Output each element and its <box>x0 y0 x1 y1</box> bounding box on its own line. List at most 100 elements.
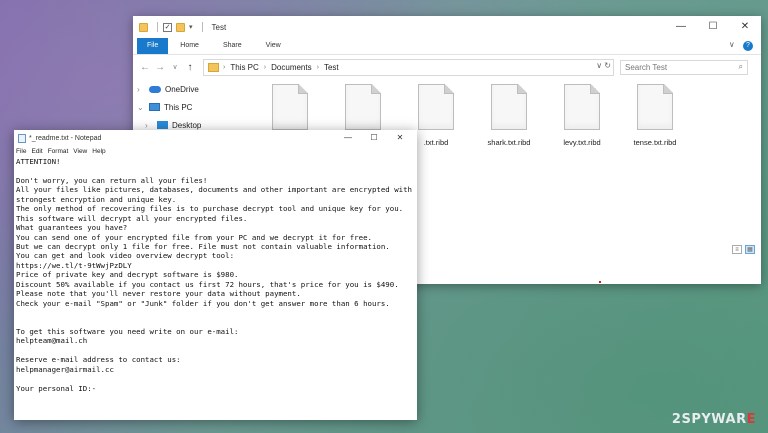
file-item[interactable]: levy.txt.ribd <box>551 84 613 147</box>
recent-locations-icon[interactable]: ∨ <box>169 63 181 71</box>
text-line: strongest encryption and unique key. <box>16 194 177 204</box>
tab-share[interactable]: Share <box>211 38 254 54</box>
maximize-button[interactable]: ☐ <box>697 16 729 38</box>
notepad-window[interactable]: *_readme.txt - Notepad — ☐ ✕ File Edit F… <box>14 130 417 420</box>
cloud-icon <box>149 85 161 93</box>
notepad-menu-bar: File Edit Format View Help <box>14 146 417 157</box>
text-line: Reserve e-mail address to contact us: <box>16 355 181 365</box>
computer-icon <box>149 103 160 111</box>
nav-item-this-pc[interactable]: ⌄ This PC <box>133 98 253 116</box>
text-line <box>16 374 415 383</box>
text-line: Don't worry, you can return all your fil… <box>16 175 208 185</box>
text-line: Price of private key and decrypt softwar… <box>16 270 239 280</box>
file-item[interactable]: shark.txt.ribd <box>478 84 540 147</box>
watermark-accent: E <box>746 412 756 427</box>
search-icon: ⌕ <box>738 62 743 71</box>
nav-item-onedrive[interactable]: › OneDrive <box>133 80 253 98</box>
document-icon <box>418 84 454 130</box>
ribbon-tabs: File Home Share View ∨ ? <box>133 38 761 55</box>
document-icon <box>345 84 381 130</box>
document-icon <box>564 84 600 130</box>
maximize-button[interactable]: ☐ <box>361 130 387 146</box>
chevron-right-icon[interactable]: › <box>137 85 145 94</box>
notepad-title: *_readme.txt - Notepad <box>29 134 102 142</box>
text-line: You can send one of your encrypted file … <box>16 232 372 242</box>
view-toggle: ≡ ▦ <box>732 245 755 254</box>
menu-file[interactable]: File <box>16 146 26 157</box>
close-button[interactable]: ✕ <box>387 130 413 146</box>
back-arrow-icon[interactable]: ← <box>139 62 151 73</box>
forward-arrow-icon[interactable]: → <box>154 62 166 73</box>
large-icons-view-icon[interactable]: ▦ <box>745 245 755 254</box>
cursor-marker <box>599 281 601 283</box>
breadcrumb-separator: › <box>316 63 319 71</box>
text-line: Discount 50% available if you contact us… <box>16 279 399 289</box>
notepad-icon <box>18 133 26 143</box>
tab-view[interactable]: View <box>254 38 293 54</box>
menu-edit[interactable]: Edit <box>31 146 42 157</box>
up-arrow-icon[interactable]: ↑ <box>184 62 196 73</box>
ribbon-right-controls: ∨ ? <box>729 40 753 51</box>
nav-item-label: Desktop <box>172 120 202 130</box>
notepad-text-area[interactable]: ATTENTION! Don't worry, you can return a… <box>16 157 415 418</box>
minimize-button[interactable]: — <box>335 130 361 146</box>
breadcrumb-test[interactable]: Test <box>324 63 339 72</box>
file-name: tense.txt.ribd <box>633 138 677 147</box>
text-line: helpteam@mail.ch <box>16 336 88 346</box>
file-name: levy.txt.ribd <box>563 138 601 147</box>
minimize-button[interactable]: — <box>665 16 697 38</box>
text-line: To get this software you need write on o… <box>16 326 239 336</box>
text-line: What guarantees you have? <box>16 223 128 233</box>
document-icon <box>637 84 673 130</box>
breadcrumb-this-pc[interactable]: This PC <box>230 63 258 72</box>
notepad-window-controls: — ☐ ✕ <box>335 130 413 146</box>
text-line: But we can decrypt only 1 file for free.… <box>16 241 390 251</box>
chevron-right-icon[interactable]: › <box>145 121 153 130</box>
text-line <box>16 317 415 326</box>
expand-ribbon-icon[interactable]: ∨ <box>729 40 735 49</box>
tab-home[interactable]: Home <box>168 38 211 54</box>
quick-access-dropdown-icon[interactable]: ▾ <box>189 23 193 31</box>
search-placeholder: Search Test <box>625 62 668 72</box>
tab-file[interactable]: File <box>137 38 169 54</box>
nav-item-label: This PC <box>164 102 193 112</box>
breadcrumb-documents[interactable]: Documents <box>271 63 311 72</box>
file-name: shark.txt.ribd <box>487 138 531 147</box>
folder-icon <box>139 22 148 32</box>
text-line: Please note that you'll never restore yo… <box>16 289 301 299</box>
file-name: .txt.ribd <box>423 138 449 147</box>
toolbar-separator <box>201 22 203 32</box>
breadcrumb-separator: › <box>263 63 267 71</box>
site-watermark: 2SPYWARE <box>672 412 756 427</box>
text-line <box>16 308 415 317</box>
desktop-icon <box>157 121 168 129</box>
window-controls: — ☐ ✕ <box>665 16 761 38</box>
text-line: helpmanager@airmail.cc <box>16 364 114 374</box>
properties-icon[interactable]: ✓ <box>163 22 172 32</box>
notepad-titlebar[interactable]: *_readme.txt - Notepad — ☐ ✕ <box>14 130 417 146</box>
menu-format[interactable]: Format <box>48 146 69 157</box>
search-input[interactable]: Search Test ⌕ <box>620 59 748 75</box>
details-view-icon[interactable]: ≡ <box>732 245 742 254</box>
watermark-text: 2SPYWAR <box>671 412 747 427</box>
text-line: Your personal ID:- <box>16 383 97 393</box>
file-item[interactable]: tense.txt.ribd <box>624 84 686 147</box>
breadcrumb-separator: › <box>223 63 226 71</box>
document-icon <box>491 84 527 130</box>
menu-view[interactable]: View <box>73 146 87 157</box>
new-folder-icon[interactable] <box>176 22 185 32</box>
address-bar[interactable]: › This PC › Documents › Test ∨ ↻ <box>203 58 614 76</box>
text-line: The only method of recovering files is t… <box>16 204 404 214</box>
text-line: https://we.tl/t-9tWwjPzDLY <box>16 260 132 270</box>
help-icon[interactable]: ? <box>743 41 753 51</box>
text-line: All your files like pictures, databases,… <box>16 185 413 195</box>
text-line <box>16 346 415 355</box>
explorer-titlebar[interactable]: ✓ ▾ Test — ☐ ✕ <box>133 16 761 38</box>
chevron-down-icon[interactable]: ⌄ <box>137 103 145 112</box>
text-line: This software will decrypt all your encr… <box>16 213 248 223</box>
menu-help[interactable]: Help <box>92 146 105 157</box>
folder-icon <box>208 62 219 72</box>
nav-item-label: OneDrive <box>165 84 199 94</box>
close-button[interactable]: ✕ <box>729 16 761 38</box>
refresh-icon[interactable]: ∨ ↻ <box>596 61 611 70</box>
